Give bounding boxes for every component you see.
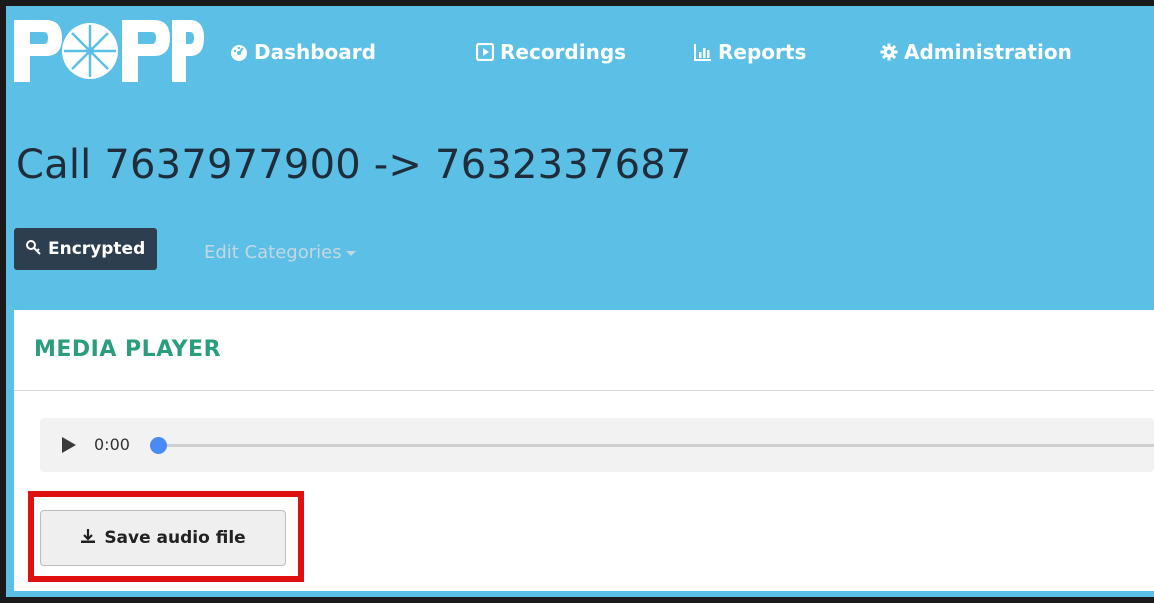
caret-down-icon bbox=[345, 251, 356, 256]
nav-administration-label: Administration bbox=[904, 40, 1072, 64]
save-audio-file-button[interactable]: Save audio file bbox=[40, 510, 286, 566]
top-navbar: Dashboard Recordings Reports Administrat… bbox=[6, 6, 1154, 96]
encrypted-badge-label: Encrypted bbox=[48, 239, 146, 259]
panel-title: MEDIA PLAYER bbox=[34, 337, 222, 362]
nav-recordings-label: Recordings bbox=[500, 40, 627, 64]
nav-dashboard-label: Dashboard bbox=[254, 40, 376, 64]
seek-track[interactable] bbox=[158, 444, 1154, 447]
nav-administration[interactable]: Administration bbox=[880, 40, 1072, 64]
key-icon bbox=[26, 239, 42, 260]
bar-chart-icon bbox=[694, 43, 712, 61]
tachometer-icon bbox=[230, 43, 248, 61]
nav-reports[interactable]: Reports bbox=[694, 40, 806, 64]
encrypted-badge: Encrypted bbox=[14, 228, 158, 270]
panel-divider bbox=[14, 390, 1154, 391]
edit-categories-label: Edit Categories bbox=[204, 242, 342, 263]
gear-icon bbox=[880, 43, 898, 61]
seek-thumb[interactable] bbox=[150, 437, 167, 454]
media-player-panel: MEDIA PLAYER 0:00 Save audio file bbox=[14, 310, 1154, 591]
edit-categories-dropdown[interactable]: Edit Categories bbox=[204, 242, 356, 263]
page-title: Call 7637977900 -> 7632337687 bbox=[16, 142, 692, 188]
playback-time: 0:00 bbox=[94, 435, 130, 454]
play-icon[interactable] bbox=[62, 437, 76, 453]
nav-dashboard[interactable]: Dashboard bbox=[230, 40, 376, 64]
download-icon bbox=[80, 528, 96, 549]
save-audio-file-label: Save audio file bbox=[104, 528, 246, 548]
audio-player: 0:00 bbox=[40, 418, 1154, 472]
app-frame: Dashboard Recordings Reports Administrat… bbox=[0, 0, 1154, 603]
nav-recordings[interactable]: Recordings bbox=[476, 40, 626, 64]
popp-logo[interactable] bbox=[12, 16, 204, 86]
play-square-icon bbox=[476, 43, 494, 61]
nav-reports-label: Reports bbox=[718, 40, 807, 64]
